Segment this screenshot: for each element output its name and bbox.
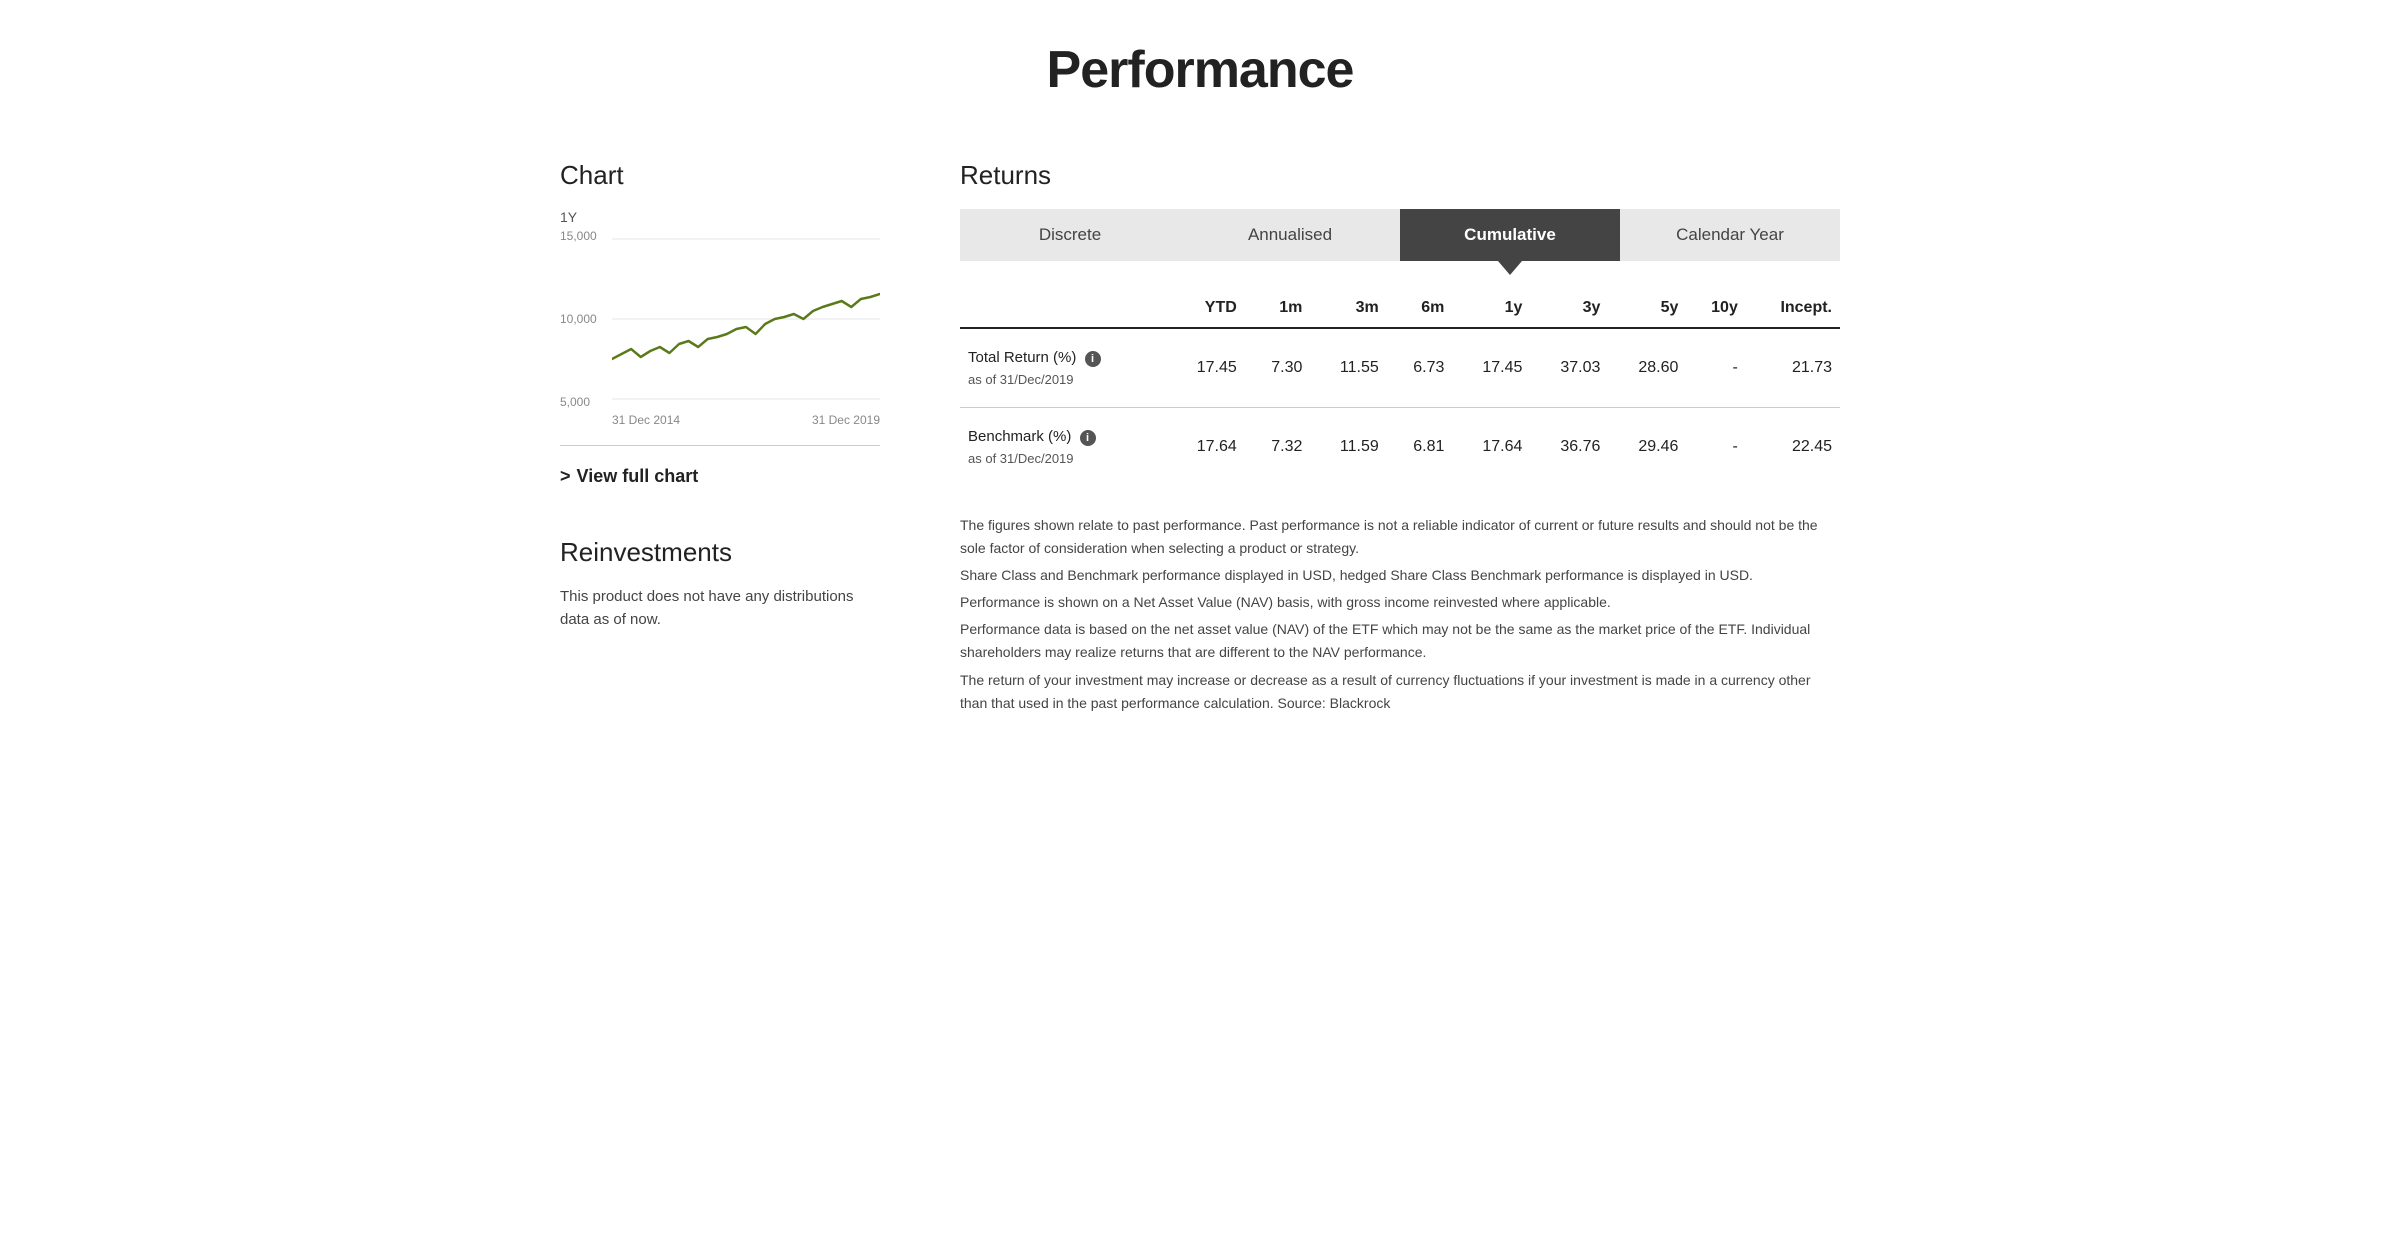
total-return-label: Total Return (%): [968, 349, 1076, 366]
page-title: Performance: [560, 40, 1840, 100]
chart-x-labels: 31 Dec 2014 31 Dec 2019: [612, 413, 880, 427]
col-header-label: [960, 289, 1167, 328]
returns-table: YTD 1m 3m 6m 1y 3y 5y 10y Incept.: [960, 289, 1840, 486]
tabs-row: Discrete Annualised Cumulative Calendar …: [960, 209, 1840, 261]
table-row: Benchmark (%) i as of 31/Dec/2019 17.64 …: [960, 408, 1840, 487]
total-return-5y: 28.60: [1608, 328, 1686, 408]
left-column: Chart 1Y 15,000 10,000 5,000: [560, 160, 880, 631]
disclaimer-line-3: Performance is shown on a Net Asset Valu…: [960, 591, 1840, 614]
benchmark-6m: 6.81: [1387, 408, 1453, 487]
benchmark-5y: 29.46: [1608, 408, 1686, 487]
chart-period-label: 1Y: [560, 209, 880, 225]
view-full-chart-label: View full chart: [577, 466, 699, 487]
benchmark-3y: 36.76: [1530, 408, 1608, 487]
returns-heading: Returns: [960, 160, 1840, 191]
view-full-chart-link[interactable]: > View full chart: [560, 466, 880, 487]
total-return-incept: 21.73: [1746, 328, 1840, 408]
table-header-row: YTD 1m 3m 6m 1y 3y 5y 10y Incept.: [960, 289, 1840, 328]
benchmark-10y: -: [1686, 408, 1745, 487]
chart-y-label-top: 15,000: [560, 229, 597, 243]
right-column: Returns Discrete Annualised Cumulative C…: [960, 160, 1840, 719]
total-return-6m: 6.73: [1387, 328, 1453, 408]
disclaimer-line-2: Share Class and Benchmark performance di…: [960, 564, 1840, 587]
benchmark-info-icon[interactable]: i: [1080, 430, 1096, 446]
total-return-1y: 17.45: [1452, 328, 1530, 408]
col-header-incept: Incept.: [1746, 289, 1840, 328]
col-header-5y: 5y: [1608, 289, 1686, 328]
chart-y-labels: 15,000 10,000 5,000: [560, 229, 597, 409]
chart-y-label-bot: 5,000: [560, 395, 597, 409]
chart-container: 1Y 15,000 10,000 5,000: [560, 209, 880, 446]
chevron-right-icon: >: [560, 466, 571, 487]
benchmark-3m: 11.59: [1310, 408, 1386, 487]
reinvestments-section: Reinvestments This product does not have…: [560, 537, 880, 631]
disclaimer-line-5: The return of your investment may increa…: [960, 669, 1840, 715]
chart-svg: [612, 229, 880, 409]
chart-heading: Chart: [560, 160, 880, 191]
chart-x-end: 31 Dec 2019: [812, 413, 880, 427]
total-return-sub-label: as of 31/Dec/2019: [968, 370, 1159, 390]
total-return-3m: 11.55: [1310, 328, 1386, 408]
col-header-1y: 1y: [1452, 289, 1530, 328]
benchmark-label: Benchmark (%): [968, 428, 1071, 445]
row-label-total-return: Total Return (%) i as of 31/Dec/2019: [960, 328, 1167, 408]
benchmark-ytd: 17.64: [1167, 408, 1245, 487]
col-header-6m: 6m: [1387, 289, 1453, 328]
disclaimer-line-4: Performance data is based on the net ass…: [960, 618, 1840, 664]
benchmark-1m: 7.32: [1245, 408, 1311, 487]
total-return-1m: 7.30: [1245, 328, 1311, 408]
tab-annualised[interactable]: Annualised: [1180, 209, 1400, 261]
total-return-info-icon[interactable]: i: [1085, 351, 1101, 367]
benchmark-incept: 22.45: [1746, 408, 1840, 487]
total-return-3y: 37.03: [1530, 328, 1608, 408]
disclaimer-line-1: The figures shown relate to past perform…: [960, 514, 1840, 560]
reinvestments-heading: Reinvestments: [560, 537, 880, 568]
reinvestments-text: This product does not have any distribut…: [560, 586, 880, 631]
benchmark-1y: 17.64: [1452, 408, 1530, 487]
col-header-3m: 3m: [1310, 289, 1386, 328]
col-header-10y: 10y: [1686, 289, 1745, 328]
tab-discrete[interactable]: Discrete: [960, 209, 1180, 261]
col-header-1m: 1m: [1245, 289, 1311, 328]
row-label-benchmark: Benchmark (%) i as of 31/Dec/2019: [960, 408, 1167, 487]
col-header-3y: 3y: [1530, 289, 1608, 328]
benchmark-sub-label: as of 31/Dec/2019: [968, 449, 1159, 469]
tab-cumulative[interactable]: Cumulative: [1400, 209, 1620, 261]
total-return-ytd: 17.45: [1167, 328, 1245, 408]
col-header-ytd: YTD: [1167, 289, 1245, 328]
total-return-10y: -: [1686, 328, 1745, 408]
table-row: Total Return (%) i as of 31/Dec/2019 17.…: [960, 328, 1840, 408]
disclaimer-block: The figures shown relate to past perform…: [960, 514, 1840, 715]
tab-calendar-year[interactable]: Calendar Year: [1620, 209, 1840, 261]
chart-x-start: 31 Dec 2014: [612, 413, 680, 427]
chart-y-label-mid: 10,000: [560, 312, 597, 326]
